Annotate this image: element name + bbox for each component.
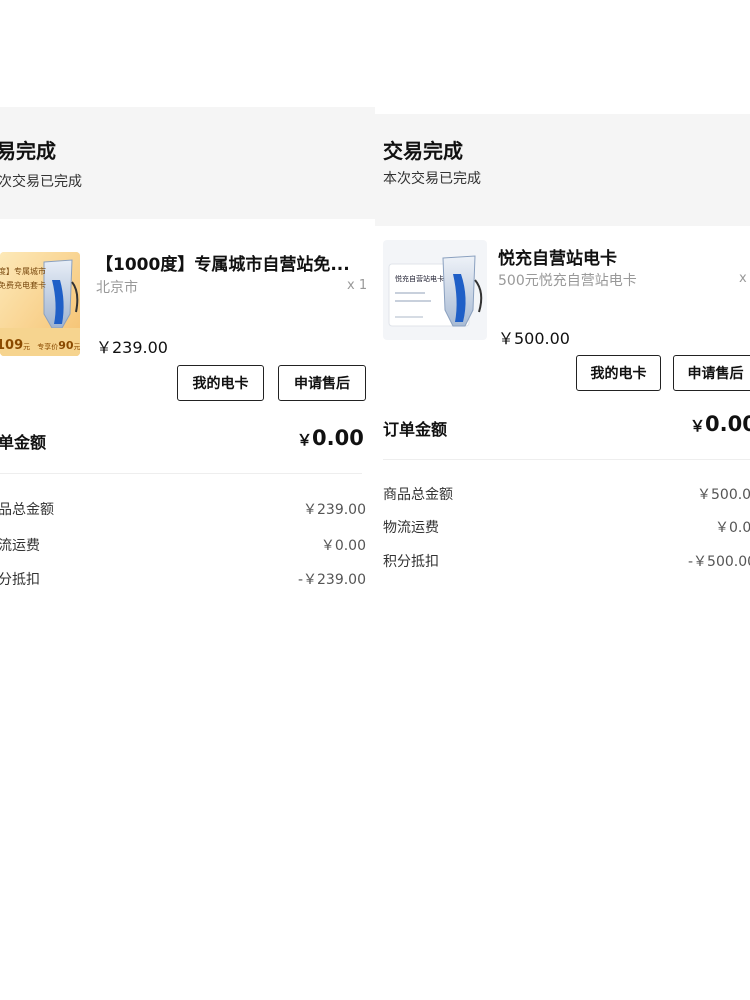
thumbnail-price-alt: 90 (58, 339, 74, 352)
order-detail-panel-right: 交易完成 本次交易已完成 悦充自营站电卡 悦充自营站电卡 500元悦充自营站电卡… (375, 0, 750, 1000)
thumbnail-price-main: 109 (0, 338, 24, 353)
product-thumbnail[interactable]: 度】专属城市 免费充电套卡 109元 专享价90元 (0, 252, 80, 356)
section-divider (383, 459, 750, 460)
order-amount-number: 0.00 (705, 412, 750, 436)
order-amount-label: 单金额 (0, 433, 47, 452)
order-amount-currency: ￥ (690, 417, 706, 435)
goods-total-label: 商品总金额 (383, 487, 453, 503)
my-card-button[interactable]: 我的电卡 (576, 355, 661, 391)
status-header: 易完成 次交易已完成 (0, 107, 375, 219)
points-deduction-label: 积分抵扣 (383, 554, 439, 570)
goods-total-value: ￥500.00 (697, 487, 750, 503)
my-card-button[interactable]: 我的电卡 (177, 365, 264, 401)
order-amount-value: ￥0.00 (690, 412, 750, 436)
order-detail-panel-left: 易完成 次交易已完成 度】专属城市 免费充电套卡 109元 专享价90元 【10… (0, 0, 375, 1000)
thumbnail-text-1: 度】专属城市 (0, 267, 46, 276)
product-name[interactable]: 【1000度】专属城市自营站免... (96, 250, 350, 275)
status-subtitle: 次交易已完成 (0, 174, 82, 190)
order-amount-number: 0.00 (312, 426, 364, 450)
product-thumbnail[interactable]: 悦充自营站电卡 (383, 240, 487, 340)
thumbnail-price-small: 元 (23, 343, 31, 351)
thumbnail-price-alt-unit: 元 (73, 343, 80, 351)
after-sale-button[interactable]: 申请售后 (278, 365, 366, 401)
order-amount-value: ￥0.00 (297, 426, 364, 450)
status-title: 易完成 (0, 139, 56, 163)
shipping-fee-value: ￥0.00 (715, 520, 750, 536)
product-thumbnail-art (388, 255, 483, 327)
thumbnail-text-2: 免费充电套卡 (0, 281, 46, 290)
status-header: 交易完成 本次交易已完成 (375, 114, 750, 226)
shipping-fee-label: 物流运费 (383, 520, 439, 536)
product-price: ￥500.00 (498, 329, 570, 348)
order-amount-currency: ￥ (297, 431, 313, 449)
product-quantity: x (739, 271, 747, 286)
section-divider (0, 473, 362, 474)
status-title: 交易完成 (383, 139, 463, 163)
points-deduction-label: 分抵扣 (0, 572, 40, 588)
order-amount-label: 订单金额 (383, 420, 448, 439)
thumbnail-price: 109元 专享价90元 (0, 334, 80, 353)
shipping-fee-label: 流运费 (0, 538, 40, 554)
status-subtitle: 本次交易已完成 (383, 171, 481, 187)
goods-total-label: 品总金额 (0, 502, 54, 518)
product-price: ￥239.00 (96, 338, 168, 357)
thumbnail-title: 悦充自营站电卡 (395, 275, 444, 283)
thumbnail-price-note: 专享价 (37, 343, 59, 351)
product-name[interactable]: 悦充自营站电卡 (498, 244, 617, 269)
points-deduction-value: -￥239.00 (297, 572, 366, 588)
shipping-fee-value: ￥0.00 (320, 538, 366, 554)
product-spec: 500元悦充自营站电卡 (498, 273, 637, 289)
product-quantity: x 1 (347, 278, 368, 293)
after-sale-button[interactable]: 申请售后 (673, 355, 750, 391)
points-deduction-value: -￥500.00 (688, 554, 750, 570)
goods-total-value: ￥239.00 (303, 502, 366, 518)
product-spec: 北京市 (96, 280, 138, 296)
